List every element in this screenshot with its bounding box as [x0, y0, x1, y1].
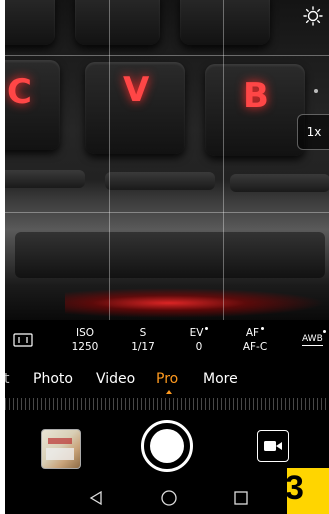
shutter-button[interactable] — [141, 420, 193, 472]
thumbnail-detail — [46, 448, 74, 460]
grid-line — [109, 0, 110, 320]
key-letter-v: V — [123, 70, 150, 110]
key-letter-b: B — [243, 76, 269, 116]
mode-video[interactable]: Video — [96, 371, 135, 387]
space-bar — [15, 232, 325, 278]
zoom-button[interactable]: 1x — [297, 114, 329, 150]
gallery-thumbnail[interactable] — [41, 429, 81, 469]
system-nav-bar — [5, 482, 329, 514]
settings-icon[interactable] — [303, 6, 323, 26]
back-triangle-icon[interactable] — [88, 490, 104, 506]
indicator-dot — [323, 330, 326, 333]
param-value: AF-C — [242, 341, 268, 353]
keyboard-key — [180, 0, 270, 45]
param-label: S — [139, 327, 147, 339]
corner-badge: 3 — [285, 468, 329, 514]
mode-selector: t Photo Video Pro More — [5, 362, 329, 398]
tick-ruler — [5, 398, 329, 410]
param-value: 1250 — [71, 341, 99, 353]
param-value: 1/17 — [131, 341, 155, 353]
indicator-dot — [205, 327, 209, 330]
grid-line — [5, 212, 329, 213]
pro-params-bar: ISO 1250 S 1/17 EV 0 AF AF-C AWB — [5, 320, 329, 362]
thumbnail-detail — [48, 438, 72, 444]
active-mode-caret-icon — [166, 390, 172, 394]
param-label: ISO — [75, 327, 95, 339]
param-iso[interactable]: ISO 1250 — [63, 326, 107, 354]
keyboard-key — [75, 0, 160, 45]
keyboard-key — [230, 174, 329, 192]
viewfinder[interactable]: C V B 1x — [5, 0, 329, 320]
param-af[interactable]: AF AF-C — [233, 326, 277, 354]
home-circle-icon[interactable] — [160, 489, 178, 507]
shutter-inner — [150, 429, 184, 463]
mode-partial[interactable]: t — [5, 371, 10, 387]
corner-badge-text: 3 — [285, 469, 304, 507]
param-awb[interactable]: AWB — [302, 334, 323, 346]
keyboard-key — [105, 172, 215, 190]
mode-photo[interactable]: Photo — [33, 371, 73, 387]
shutter-row — [5, 410, 329, 482]
param-value: 0 — [195, 341, 203, 353]
aspect-ratio-icon[interactable] — [13, 333, 33, 347]
indicator-dot — [314, 89, 318, 93]
camera-screen: C V B 1x ISO 1250 S 1/17 EV 0 AF AF-C AW… — [5, 0, 329, 514]
red-glow — [65, 288, 325, 318]
indicator-dot — [261, 327, 265, 330]
mode-more[interactable]: More — [203, 371, 238, 387]
param-shutter[interactable]: S 1/17 — [121, 326, 165, 354]
video-camera-icon — [264, 441, 282, 451]
mode-pro[interactable]: Pro — [156, 371, 178, 387]
grid-line — [223, 0, 224, 320]
keyboard-key — [5, 0, 55, 45]
param-ev[interactable]: EV 0 — [177, 326, 221, 354]
recent-apps-square-icon[interactable] — [233, 490, 249, 506]
param-label: EV — [189, 327, 204, 339]
video-record-button[interactable] — [257, 430, 289, 462]
keyboard-key — [5, 170, 85, 188]
grid-line — [5, 55, 329, 56]
key-letter-c: C — [7, 72, 32, 112]
param-label: AF — [245, 327, 260, 339]
